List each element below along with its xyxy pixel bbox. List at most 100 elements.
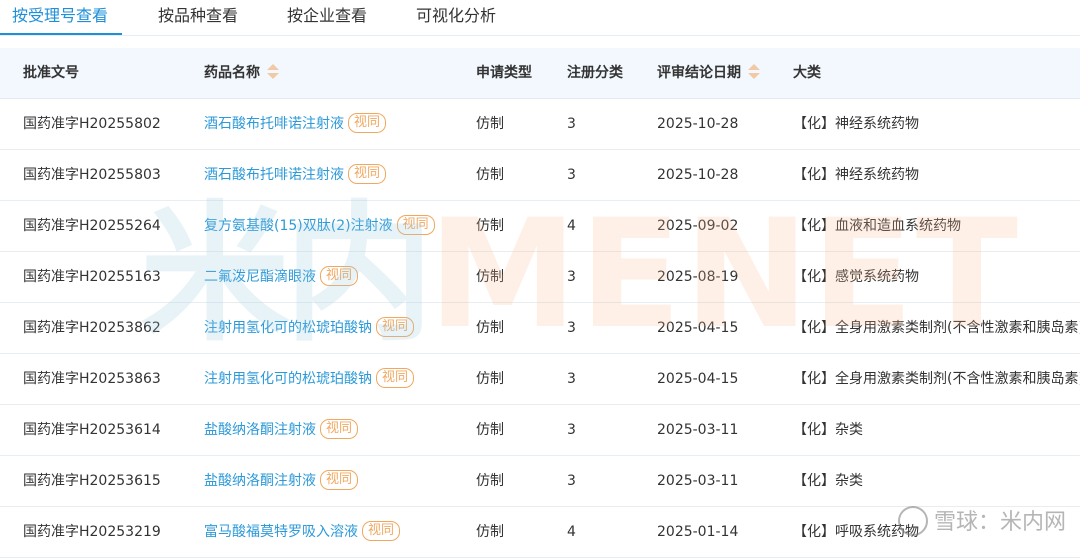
tab-visual-analysis[interactable]: 可视化分析 (416, 5, 496, 27)
drug-name-link[interactable]: 富马酸福莫特罗吸入溶液 (204, 524, 358, 540)
equivalence-badge: 视同 (376, 368, 415, 388)
drug-name-cell: 盐酸纳洛酮注射液 视同 (204, 405, 359, 455)
drug-name-link[interactable]: 注射用氢化可的松琥珀酸钠 (204, 320, 372, 336)
table-row: 国药准字H20253863 注射用氢化可的松琥珀酸钠 视同 仿制 3 2025-04-15… (0, 354, 1080, 405)
drug-name-link[interactable]: 注射用氢化可的松琥珀酸钠 (204, 371, 372, 387)
header-drug-name-label: 药品名称 (204, 65, 260, 81)
approval-number: 国药准字H20255163 (23, 269, 161, 285)
registration-class: 3 (567, 269, 576, 285)
application-type: 仿制 (476, 422, 504, 438)
tab-by-acceptance-no[interactable]: 按受理号查看 (12, 5, 108, 27)
sort-icon[interactable] (748, 64, 760, 80)
application-type: 仿制 (476, 371, 504, 387)
drug-name-cell: 酒石酸布托啡诺注射液 视同 (204, 150, 387, 200)
review-date: 2025-01-14 (657, 524, 739, 540)
registration-class: 3 (567, 371, 576, 387)
drug-category: 【化】全身用激素类制剂(不含性激素和胰岛素) (793, 320, 1080, 336)
tab-bar: 按受理号查看 按品种查看 按企业查看 可视化分析 (0, 0, 1080, 36)
review-date: 2025-10-28 (657, 167, 739, 183)
drug-name-cell: 富马酸福莫特罗吸入溶液 视同 (204, 507, 401, 557)
table-row: 国药准字H20255803 酒石酸布托啡诺注射液 视同 仿制 3 2025-10-28 【化… (0, 150, 1080, 201)
review-date: 2025-03-11 (657, 422, 739, 438)
drug-name-cell: 盐酸纳洛酮注射液 视同 (204, 456, 359, 506)
application-type: 仿制 (476, 473, 504, 489)
drug-category: 【化】血液和造血系统药物 (793, 218, 961, 234)
approval-number: 国药准字H20253863 (23, 371, 161, 387)
header-review-date[interactable]: 评审结论日期 (657, 48, 760, 98)
drug-name-link[interactable]: 盐酸纳洛酮注射液 (204, 422, 316, 438)
application-type: 仿制 (476, 167, 504, 183)
drug-category: 【化】全身用激素类制剂(不含性激素和胰岛素) (793, 371, 1080, 387)
header-review-date-label: 评审结论日期 (657, 65, 741, 81)
approval-number: 国药准字H20253614 (23, 422, 161, 438)
equivalence-badge: 视同 (396, 215, 435, 235)
equivalence-badge: 视同 (320, 419, 359, 439)
header-drug-name[interactable]: 药品名称 (204, 48, 279, 98)
table-row: 国药准字H20255264 复方氨基酸(15)双肽(2)注射液 视同 仿制 4 2025-… (0, 201, 1080, 252)
table-row: 国药准字H20253219 富马酸福莫特罗吸入溶液 视同 仿制 4 2025-01-14 【… (0, 507, 1080, 558)
drug-category: 【化】神经系统药物 (793, 167, 919, 183)
drug-name-link[interactable]: 二氟泼尼酯滴眼液 (204, 269, 316, 285)
application-type: 仿制 (476, 116, 504, 132)
approval-number: 国药准字H20253219 (23, 524, 161, 540)
approval-number: 国药准字H20255803 (23, 167, 161, 183)
tab-by-company[interactable]: 按企业查看 (287, 5, 367, 27)
header-registration-class: 注册分类 (567, 65, 623, 81)
drug-name-link[interactable]: 盐酸纳洛酮注射液 (204, 473, 316, 489)
drug-category: 【化】杂类 (793, 473, 863, 489)
drug-category: 【化】神经系统药物 (793, 116, 919, 132)
review-date: 2025-03-11 (657, 473, 739, 489)
drug-name-cell: 酒石酸布托啡诺注射液 视同 (204, 99, 387, 149)
equivalence-badge: 视同 (362, 521, 401, 541)
review-date: 2025-08-19 (657, 269, 739, 285)
equivalence-badge: 视同 (348, 113, 387, 133)
drug-name-cell: 注射用氢化可的松琥珀酸钠 视同 (204, 303, 415, 353)
equivalence-badge: 视同 (320, 470, 359, 490)
table-row: 国药准字H20253614 盐酸纳洛酮注射液 视同 仿制 3 2025-03-11 【化】杂… (0, 405, 1080, 456)
registration-class: 3 (567, 116, 576, 132)
header-category: 大类 (793, 65, 821, 81)
table-row: 国药准字H20253615 盐酸纳洛酮注射液 视同 仿制 3 2025-03-11 【化】杂… (0, 456, 1080, 507)
header-application-type: 申请类型 (476, 65, 532, 81)
approval-table: 批准文号 药品名称 申请类型 注册分类 评审结论日期 大类 国药准字H20255… (0, 48, 1080, 558)
drug-category: 【化】呼吸系统药物 (793, 524, 919, 540)
approval-number: 国药准字H20253615 (23, 473, 161, 489)
review-date: 2025-04-15 (657, 320, 739, 336)
review-date: 2025-04-15 (657, 371, 739, 387)
drug-name-cell: 注射用氢化可的松琥珀酸钠 视同 (204, 354, 415, 404)
registration-class: 3 (567, 422, 576, 438)
equivalence-badge: 视同 (320, 266, 359, 286)
registration-class: 4 (567, 524, 576, 540)
drug-name-link[interactable]: 酒石酸布托啡诺注射液 (204, 167, 344, 183)
equivalence-badge: 视同 (376, 317, 415, 337)
drug-category: 【化】感觉系统药物 (793, 269, 919, 285)
registration-class: 3 (567, 473, 576, 489)
approval-number: 国药准字H20255264 (23, 218, 161, 234)
review-date: 2025-09-02 (657, 218, 739, 234)
drug-name-link[interactable]: 复方氨基酸(15)双肽(2)注射液 (204, 218, 393, 234)
drug-category: 【化】杂类 (793, 422, 863, 438)
table-row: 国药准字H20255802 酒石酸布托啡诺注射液 视同 仿制 3 2025-10-28 【化… (0, 99, 1080, 150)
tab-by-product[interactable]: 按品种查看 (158, 5, 238, 27)
table-row: 国药准字H20255163 二氟泼尼酯滴眼液 视同 仿制 3 2025-08-19 【化】感… (0, 252, 1080, 303)
drug-name-cell: 复方氨基酸(15)双肽(2)注射液 视同 (204, 201, 435, 251)
equivalence-badge: 视同 (348, 164, 387, 184)
approval-number: 国药准字H20253862 (23, 320, 161, 336)
drug-name-cell: 二氟泼尼酯滴眼液 视同 (204, 252, 359, 302)
application-type: 仿制 (476, 320, 504, 336)
approval-number: 国药准字H20255802 (23, 116, 161, 132)
header-approval-no: 批准文号 (23, 65, 79, 81)
table-header: 批准文号 药品名称 申请类型 注册分类 评审结论日期 大类 (0, 48, 1080, 99)
table-body: 国药准字H20255802 酒石酸布托啡诺注射液 视同 仿制 3 2025-10-28 【化… (0, 99, 1080, 558)
application-type: 仿制 (476, 218, 504, 234)
application-type: 仿制 (476, 524, 504, 540)
table-row: 国药准字H20253862 注射用氢化可的松琥珀酸钠 视同 仿制 3 2025-04-15… (0, 303, 1080, 354)
registration-class: 4 (567, 218, 576, 234)
drug-name-link[interactable]: 酒石酸布托啡诺注射液 (204, 116, 344, 132)
sort-icon[interactable] (267, 64, 279, 80)
review-date: 2025-10-28 (657, 116, 739, 132)
application-type: 仿制 (476, 269, 504, 285)
registration-class: 3 (567, 320, 576, 336)
tab-divider (0, 35, 1080, 36)
registration-class: 3 (567, 167, 576, 183)
